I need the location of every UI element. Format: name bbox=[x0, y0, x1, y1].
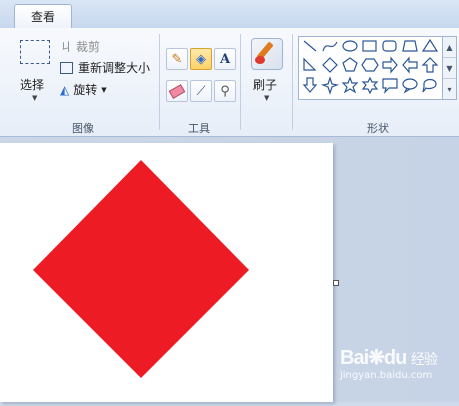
select-label: 选择 bbox=[20, 78, 45, 92]
drawing-canvas[interactable] bbox=[0, 143, 333, 402]
ribbon: 选择 ▼ ㄐ 裁剪 重新调整大小 ◭ 旋转 ▼ 图像 ✎ ◈ A ⟋ ⚲ 工具 bbox=[0, 28, 459, 137]
scroll-up-icon[interactable]: ▲ bbox=[443, 37, 456, 58]
resize-icon bbox=[60, 61, 73, 74]
pentagon-shape-icon bbox=[342, 57, 358, 72]
up-arrow-shape-icon bbox=[421, 57, 439, 73]
select-button[interactable]: 选择 ▼ bbox=[14, 36, 54, 106]
line-shape-icon bbox=[303, 40, 317, 52]
group-separator bbox=[159, 34, 160, 130]
eraser-icon bbox=[168, 83, 186, 99]
text-tool[interactable]: A bbox=[214, 48, 236, 70]
rotate-label: 旋转 bbox=[73, 83, 98, 97]
group-separator bbox=[292, 34, 293, 130]
five-point-star-shape-icon bbox=[341, 76, 359, 94]
rectangle-shape-icon bbox=[362, 40, 377, 52]
brushes-label: 刷子 bbox=[253, 78, 278, 92]
tools-group-label: 工具 bbox=[188, 122, 210, 135]
diamond-shape-icon bbox=[322, 57, 338, 73]
down-arrow-shape-icon bbox=[302, 77, 318, 93]
magnifier-icon: ⚲ bbox=[220, 83, 230, 99]
watermark-bai: Bai bbox=[340, 347, 369, 369]
gallery-expand-icon[interactable]: ▾ bbox=[443, 79, 456, 99]
triangle-shape-icon bbox=[421, 38, 439, 52]
paint-bucket-icon: ◈ bbox=[196, 51, 206, 67]
watermark-jingyan: 经验 bbox=[410, 351, 438, 367]
select-rectangle-icon bbox=[20, 40, 50, 64]
brushes-button[interactable]: 刷子 ▼ bbox=[247, 36, 287, 106]
rotate-button[interactable]: ◭ 旋转 ▼ bbox=[60, 81, 107, 98]
hexagon-shape-icon bbox=[361, 58, 379, 72]
crop-label: 裁剪 bbox=[76, 40, 101, 54]
six-point-star-shape-icon bbox=[361, 76, 379, 95]
cloud-callout-shape-icon bbox=[422, 78, 437, 93]
color-picker-tool[interactable]: ⟋ bbox=[190, 80, 212, 102]
tab-view[interactable]: 查看 bbox=[14, 4, 72, 29]
canvas-resize-handle[interactable] bbox=[333, 280, 339, 286]
eyedropper-icon: ⟋ bbox=[196, 83, 206, 99]
shapes-group-label: 形状 bbox=[367, 122, 389, 135]
rotate-icon: ◭ bbox=[60, 82, 70, 97]
chevron-down-icon: ▼ bbox=[101, 85, 107, 94]
watermark-du: du bbox=[383, 347, 407, 369]
scroll-down-icon[interactable]: ▼ bbox=[443, 58, 456, 79]
text-icon: A bbox=[219, 51, 231, 67]
pencil-tool[interactable]: ✎ bbox=[166, 48, 188, 70]
brush-icon bbox=[251, 38, 283, 70]
resize-label: 重新调整大小 bbox=[78, 61, 151, 75]
fill-tool[interactable]: ◈ bbox=[190, 48, 212, 70]
rounded-rectangle-shape-icon bbox=[382, 40, 397, 52]
curve-shape-icon bbox=[322, 41, 338, 52]
eraser-tool[interactable] bbox=[166, 80, 188, 102]
baidu-watermark: Bai❋du 经验 jingyan.baidu.com bbox=[340, 345, 450, 395]
ribbon-tab-bar: 查看 bbox=[0, 0, 459, 29]
paw-icon: ❋ bbox=[368, 347, 385, 369]
shapes-gallery-scroll[interactable]: ▲ ▼ ▾ bbox=[442, 36, 457, 100]
image-group-label: 图像 bbox=[72, 122, 94, 135]
resize-button[interactable]: 重新调整大小 bbox=[60, 59, 150, 76]
shapes-gallery-icons bbox=[302, 38, 439, 95]
shapes-gallery[interactable] bbox=[298, 36, 444, 100]
group-separator bbox=[240, 34, 241, 130]
left-arrow-shape-icon bbox=[402, 56, 418, 74]
oval-shape-icon bbox=[342, 40, 358, 52]
four-point-star-shape-icon bbox=[320, 76, 340, 95]
polygon-shape-icon bbox=[402, 40, 418, 52]
canvas-drawing bbox=[33, 160, 249, 378]
rounded-callout-shape-icon bbox=[382, 78, 398, 94]
watermark-url: jingyan.baidu.com bbox=[340, 370, 433, 381]
magnifier-tool[interactable]: ⚲ bbox=[214, 80, 236, 102]
right-arrow-shape-icon bbox=[382, 56, 398, 74]
chevron-down-icon: ▼ bbox=[32, 94, 38, 102]
crop-icon: ㄐ bbox=[60, 40, 73, 54]
pencil-icon: ✎ bbox=[171, 51, 183, 67]
oval-callout-shape-icon bbox=[402, 78, 418, 90]
red-diamond-shape bbox=[33, 160, 249, 378]
chevron-down-icon: ▼ bbox=[264, 94, 270, 102]
crop-button[interactable]: ㄐ 裁剪 bbox=[60, 38, 100, 55]
right-triangle-shape-icon bbox=[303, 57, 317, 71]
